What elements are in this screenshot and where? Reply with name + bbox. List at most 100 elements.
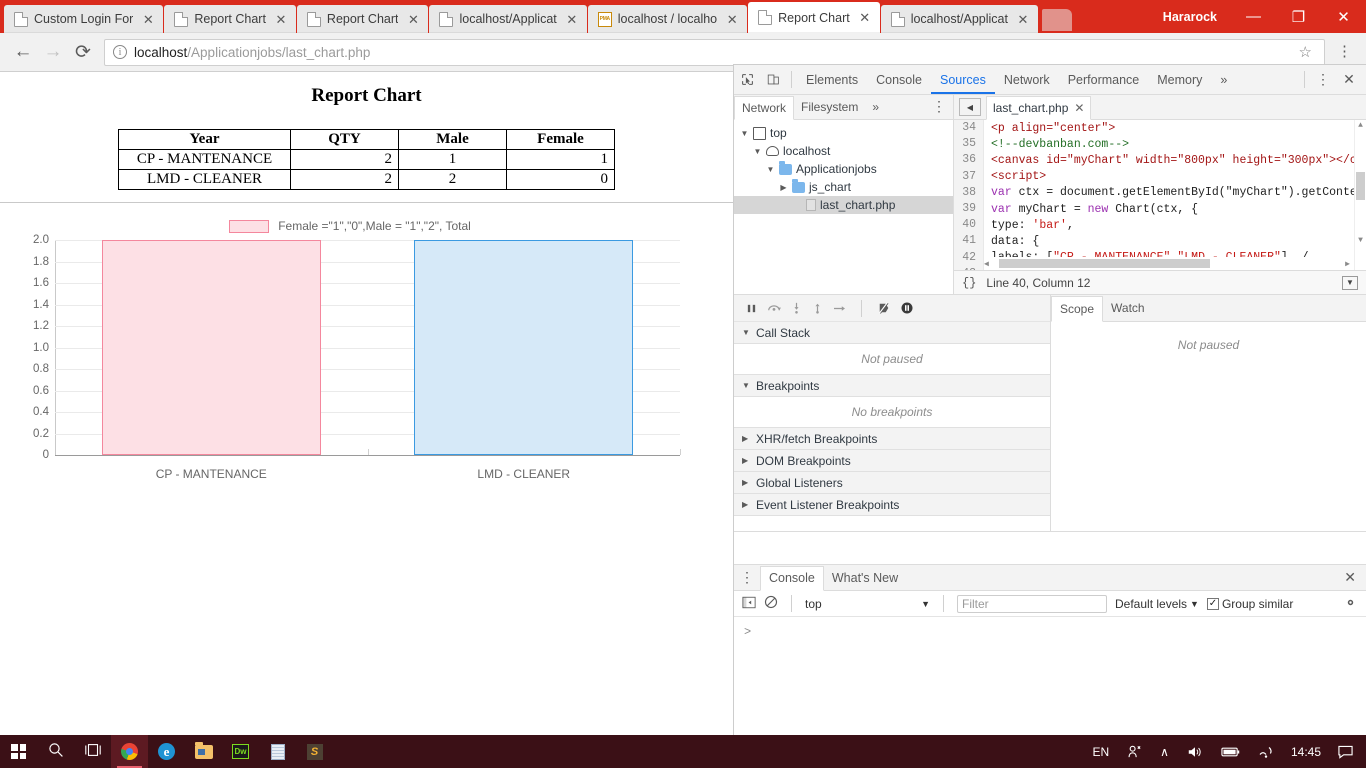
close-icon[interactable]: ✕ — [141, 13, 155, 26]
network-icon[interactable] — [1249, 735, 1283, 768]
tab-elements[interactable]: Elements — [797, 65, 867, 94]
chevron-right-icon[interactable]: ▶ — [779, 183, 788, 192]
close-window-button[interactable]: ✕ — [1321, 0, 1366, 33]
sublime-taskbar-button[interactable]: S — [296, 735, 333, 768]
code-editor[interactable]: 34<p align="center"> 35 <!--devbanban.co… — [954, 120, 1366, 270]
minimize-button[interactable]: — — [1231, 0, 1276, 33]
tab-performance[interactable]: Performance — [1059, 65, 1149, 94]
editor-vertical-scrollbar[interactable]: ▲ ▼ — [1354, 120, 1366, 270]
chevron-down-icon[interactable]: ▼ — [742, 328, 750, 337]
browser-tab[interactable]: Report Chart ✕ — [164, 5, 296, 33]
dreamweaver-taskbar-button[interactable]: Dw — [222, 735, 259, 768]
scroll-right-arrow-icon[interactable]: ▶ — [1345, 259, 1354, 269]
volume-icon[interactable] — [1178, 735, 1212, 768]
browser-tab[interactable]: Report Chart ✕ — [297, 5, 429, 33]
profile-name[interactable]: Hararock — [1149, 10, 1231, 24]
console-context-select[interactable]: top ▼ — [805, 597, 930, 611]
navigator-menu-icon[interactable]: ⋮ — [925, 95, 953, 119]
browser-tab[interactable]: Custom Login For ✕ — [4, 5, 163, 33]
tree-item-js-chart[interactable]: ▶ js_chart — [734, 178, 953, 196]
pretty-print-icon[interactable]: {} — [962, 276, 976, 290]
tab-network[interactable]: Network — [995, 65, 1059, 94]
chevron-down-icon[interactable]: ▼ — [740, 129, 749, 138]
close-drawer-icon[interactable]: ✕ — [1336, 565, 1366, 590]
new-tab-button[interactable] — [1042, 9, 1072, 31]
browser-tab[interactable]: PMA localhost / localho ✕ — [588, 5, 747, 33]
maximize-button[interactable]: ❐ — [1276, 0, 1321, 33]
tab-console[interactable]: Console — [760, 566, 824, 591]
scroll-down-arrow-icon[interactable]: ▼ — [1356, 236, 1365, 245]
group-similar-checkbox[interactable]: ✓ Group similar — [1207, 597, 1293, 611]
start-button[interactable] — [0, 735, 37, 768]
tab-console[interactable]: Console — [867, 65, 931, 94]
resume-script-execution-icon[interactable] — [746, 303, 757, 314]
gear-icon[interactable] — [1343, 595, 1358, 613]
edge-taskbar-button[interactable]: e — [148, 735, 185, 768]
step-into-next-call-icon[interactable] — [791, 302, 802, 314]
tab-whats-new[interactable]: What's New — [824, 565, 906, 590]
close-icon[interactable]: ✕ — [274, 13, 288, 26]
chevron-down-icon[interactable]: ▼ — [753, 147, 762, 156]
scrollbar-thumb[interactable] — [1356, 172, 1365, 200]
browser-tab-active[interactable]: Report Chart ✕ — [748, 2, 880, 33]
section-global-listeners[interactable]: ▶ Global Listeners — [734, 472, 1050, 494]
close-icon[interactable]: ✕ — [725, 13, 739, 26]
language-indicator[interactable]: EN — [1084, 735, 1119, 768]
chart-legend[interactable]: Female ="1","0",Male = "1","2", Total — [0, 215, 700, 237]
browser-tab[interactable]: localhost/Applicat ✕ — [881, 5, 1038, 33]
search-button[interactable] — [37, 735, 74, 768]
chart-bar[interactable] — [414, 240, 633, 455]
inspect-element-icon[interactable] — [734, 67, 760, 93]
chevron-right-icon[interactable]: ▶ — [742, 456, 750, 465]
reload-icon[interactable]: ⟳ — [68, 37, 98, 67]
navigator-more-icon[interactable]: » — [865, 95, 886, 119]
step-out-of-current-function-icon[interactable] — [812, 302, 823, 314]
tree-item-applicationjobs[interactable]: ▼ Applicationjobs — [734, 160, 953, 178]
chevron-right-icon[interactable]: ▶ — [742, 478, 750, 487]
scrollbar-thumb[interactable] — [999, 259, 1210, 268]
section-dom-breakpoints[interactable]: ▶ DOM Breakpoints — [734, 450, 1050, 472]
console-sidebar-icon[interactable] — [742, 596, 756, 612]
tree-item-last-chart-php[interactable]: last_chart.php — [734, 196, 953, 214]
notepad-taskbar-button[interactable] — [259, 735, 296, 768]
section-call-stack[interactable]: ▼ Call Stack — [734, 322, 1050, 344]
chevron-down-icon[interactable]: ▼ — [766, 165, 775, 174]
close-icon[interactable]: ✕ — [1074, 101, 1084, 115]
tree-item-top[interactable]: ▼ top — [734, 124, 953, 142]
tab-watch[interactable]: Watch — [1103, 295, 1153, 321]
checkbox-checked-icon[interactable]: ✓ — [1207, 598, 1219, 610]
drawer-menu-icon[interactable]: ⋮ — [734, 565, 760, 590]
scroll-up-arrow-icon[interactable]: ▲ — [1356, 121, 1365, 130]
console-prompt[interactable]: > — [734, 617, 1366, 647]
people-icon[interactable] — [1118, 735, 1151, 768]
format-toggle-icon[interactable]: ▼ — [1342, 276, 1358, 290]
show-navigator-icon[interactable]: ◀ — [959, 98, 981, 116]
console-filter-input[interactable]: Filter — [957, 595, 1107, 613]
tab-sources[interactable]: Sources — [931, 65, 995, 94]
tab-filesystem[interactable]: Filesystem — [794, 95, 865, 119]
section-breakpoints[interactable]: ▼ Breakpoints — [734, 375, 1050, 397]
forward-icon[interactable]: → — [38, 37, 68, 67]
more-tabs-icon[interactable]: » — [1211, 65, 1236, 94]
devtools-menu-icon[interactable]: ⋮ — [1310, 67, 1336, 93]
task-view-button[interactable] — [74, 735, 111, 768]
close-icon[interactable]: ✕ — [858, 11, 872, 24]
address-bar[interactable]: i localhost/Applicationjobs/last_chart.p… — [104, 39, 1325, 66]
editor-tab-last-chart-php[interactable]: last_chart.php ✕ — [986, 96, 1091, 120]
close-devtools-icon[interactable]: ✕ — [1336, 67, 1362, 93]
tab-memory[interactable]: Memory — [1148, 65, 1211, 94]
clear-console-icon[interactable] — [764, 595, 778, 612]
chevron-right-icon[interactable]: ▶ — [742, 434, 750, 443]
file-explorer-taskbar-button[interactable] — [185, 735, 222, 768]
section-xhr-fetch-breakpoints[interactable]: ▶ XHR/fetch Breakpoints — [734, 428, 1050, 450]
bookmark-star-icon[interactable]: ☆ — [1295, 43, 1316, 61]
close-icon[interactable]: ✕ — [565, 13, 579, 26]
pause-on-exceptions-icon[interactable] — [901, 302, 913, 314]
editor-horizontal-scrollbar[interactable]: ◀ ▶ — [984, 257, 1354, 270]
scroll-left-arrow-icon[interactable]: ◀ — [984, 259, 989, 269]
step-icon[interactable] — [833, 303, 846, 314]
device-toolbar-icon[interactable] — [760, 67, 786, 93]
browser-tab[interactable]: localhost/Applicat ✕ — [429, 5, 586, 33]
tab-scope[interactable]: Scope — [1051, 296, 1103, 322]
browser-menu-icon[interactable]: ⋮ — [1331, 46, 1358, 58]
